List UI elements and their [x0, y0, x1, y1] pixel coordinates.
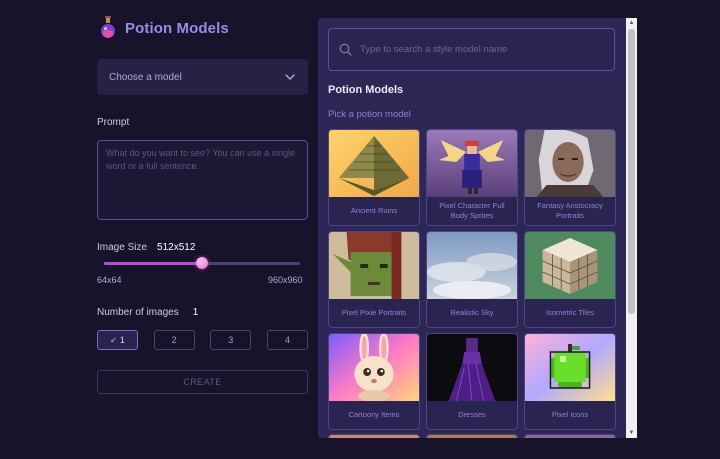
scroll-down-arrow-icon[interactable]: ▼: [628, 429, 635, 437]
model-card-label: Pixel Character Full Body Sprites: [439, 201, 505, 220]
panel-title: Potion Models: [328, 84, 404, 96]
model-card-realistic-sky[interactable]: Realistic Sky: [426, 231, 518, 328]
model-card-label: Pixel Pixie Portraits: [341, 308, 407, 317]
scrollbar[interactable]: ▲ ▼: [626, 18, 637, 438]
model-card-label: Ancient Ruins: [350, 206, 398, 215]
model-card-label: Realistic Sky: [450, 308, 494, 317]
ancient-ruins-thumbnail: [329, 130, 419, 197]
image-size-slider[interactable]: [104, 257, 300, 269]
create-button[interactable]: CREATE: [97, 370, 308, 394]
number-of-images-value: 1: [192, 307, 199, 318]
cartoony-items-thumbnail: [329, 334, 419, 401]
scroll-up-arrow-icon[interactable]: ▲: [628, 19, 635, 27]
partial-card: [426, 434, 518, 438]
check-icon: ✔: [110, 335, 117, 345]
model-card-label: Fantasy Aristocracy Portraits: [537, 201, 603, 220]
scrollbar-thumb[interactable]: [628, 29, 635, 314]
pixel-icons-thumbnail: [525, 334, 615, 401]
image-count-option-label: 4: [284, 335, 290, 345]
image-count-option-label: 2: [171, 335, 177, 345]
number-of-images-label: Number of images: [97, 307, 179, 318]
model-card-pixel-icons[interactable]: Pixel Icons: [524, 333, 616, 430]
slider-thumb[interactable]: [196, 257, 208, 269]
number-of-images-row: Number of images 1: [97, 307, 198, 318]
model-card-label: Dresses: [458, 410, 486, 419]
model-card-label: Pixel Icons: [551, 410, 589, 419]
prompt-label: Prompt: [97, 117, 130, 128]
brand: Potion Models: [99, 16, 229, 40]
image-count-option-2[interactable]: 2: [153, 330, 195, 350]
search-icon: [339, 43, 352, 56]
potion-flask-icon: [101, 16, 115, 38]
model-card-pixel-character[interactable]: Pixel Character Full Body Sprites: [426, 129, 518, 226]
model-card-ancient-ruins[interactable]: Ancient Ruins: [328, 129, 420, 226]
model-card-dresses[interactable]: Dresses: [426, 333, 518, 430]
model-card-isometric-tiles[interactable]: Isometric Tiles: [524, 231, 616, 328]
model-grid: Ancient Ruins Pixel Character Full Body …: [328, 129, 616, 430]
model-search-input[interactable]: [360, 44, 604, 55]
chevron-down-icon: [285, 74, 295, 80]
image-size-min: 64x64: [97, 275, 122, 285]
slider-fill: [104, 262, 202, 265]
partial-card: [524, 434, 616, 438]
number-of-images-options: ✔ 1 2 3 4: [97, 330, 308, 350]
prompt-input[interactable]: [97, 140, 308, 220]
model-card-label: Cartoony Items: [348, 410, 400, 419]
image-size-label: Image Size: [97, 242, 148, 253]
pixel-pixie-thumbnail: [329, 232, 419, 299]
model-select[interactable]: Choose a model: [97, 59, 308, 95]
model-card-label: Isometric Tiles: [546, 308, 594, 317]
model-card-fantasy-aristocracy[interactable]: Fantasy Aristocracy Portraits: [524, 129, 616, 226]
brand-title: Potion Models: [125, 19, 229, 37]
realistic-sky-thumbnail: [427, 232, 517, 299]
image-count-option-label: 1: [119, 335, 125, 345]
next-row-preview: [328, 434, 616, 438]
model-picker-panel: Potion Models Pick a potion model Ancien…: [318, 18, 637, 438]
partial-card: [328, 434, 420, 438]
panel-subtitle: Pick a potion model: [328, 109, 411, 120]
model-select-label: Choose a model: [109, 71, 182, 83]
fantasy-aristocracy-thumbnail: [525, 130, 615, 197]
isometric-tiles-thumbnail: [525, 232, 615, 299]
image-count-option-1[interactable]: ✔ 1: [97, 330, 138, 350]
image-count-option-4[interactable]: 4: [266, 330, 308, 350]
model-card-pixel-pixie[interactable]: Pixel Pixie Portraits: [328, 231, 420, 328]
image-size-max: 960x960: [268, 275, 303, 285]
image-size-row: Image Size 512x512: [97, 242, 195, 253]
image-count-option-3[interactable]: 3: [210, 330, 252, 350]
dresses-thumbnail: [427, 334, 517, 401]
pixel-character-thumbnail: [427, 130, 517, 197]
model-search-box[interactable]: [328, 28, 615, 71]
image-size-value: 512x512: [157, 242, 196, 253]
model-card-cartoony-items[interactable]: Cartoony Items: [328, 333, 420, 430]
image-count-option-label: 3: [228, 335, 234, 345]
